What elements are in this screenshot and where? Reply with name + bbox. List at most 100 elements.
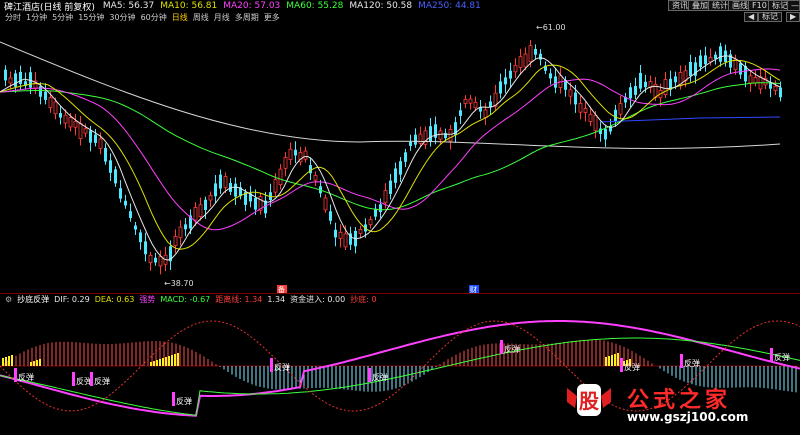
candle-body (134, 225, 137, 230)
candle-body (448, 129, 453, 142)
candle-body (273, 179, 278, 193)
candle-body (283, 157, 288, 169)
candle-body (219, 174, 222, 189)
tab-monthly[interactable]: 月线 (214, 12, 230, 22)
candle-body (753, 77, 758, 84)
candle-body (368, 219, 373, 226)
candle-body (394, 168, 397, 183)
candle-body (708, 56, 713, 63)
candle-body (463, 98, 468, 104)
signal-marker (14, 368, 17, 382)
capital-bar (39, 359, 41, 366)
side-mark-button[interactable]: 标记 (758, 12, 782, 22)
candle-body (158, 256, 163, 267)
tab-1min[interactable]: 1分钟 (26, 12, 47, 22)
signal-label: 反弹 (774, 352, 790, 362)
capital-bar (30, 362, 32, 366)
candle-body (303, 150, 308, 160)
signal-label: 反弹 (504, 344, 520, 354)
candle-body (614, 109, 617, 122)
candle-body (714, 54, 717, 59)
candle-body (578, 102, 583, 113)
candle-body (509, 70, 512, 79)
candle-body (139, 232, 142, 243)
next-icon[interactable]: ▶ (786, 12, 800, 22)
ma120-line (0, 41, 781, 149)
tab-daily[interactable]: 日线 (172, 12, 188, 22)
dif-value: DIF: 0.29 (54, 294, 90, 304)
tab-30min[interactable]: 30分钟 (109, 12, 135, 22)
tab-5min[interactable]: 5分钟 (52, 12, 73, 22)
tab-intraday[interactable]: 分时 (5, 12, 21, 22)
candle-body (78, 123, 83, 139)
signal-marker (72, 372, 75, 386)
candle-body (523, 53, 528, 68)
candle-body (338, 231, 343, 239)
candle-body (358, 228, 363, 234)
signal-marker (368, 368, 371, 382)
candle-body (124, 200, 127, 206)
dea-value: DEA: 0.63 (94, 294, 135, 304)
candle-body (459, 110, 462, 116)
tab-15min[interactable]: 15分钟 (78, 12, 104, 22)
candle-body (674, 76, 677, 83)
candle-body (208, 195, 213, 201)
candle-body (644, 81, 647, 88)
candle-body (409, 141, 412, 146)
candle-body (639, 72, 642, 89)
candle-body (68, 117, 73, 128)
candle-body (618, 103, 623, 115)
candle-body (278, 168, 283, 186)
ma10-value: MA10: 56.81 (160, 1, 218, 11)
tab-60min[interactable]: 60分钟 (141, 12, 167, 22)
candle-body (473, 101, 478, 109)
signal-label: 反弹 (684, 358, 700, 368)
signal-label: 反弹 (18, 372, 34, 382)
capital-bar (2, 358, 4, 366)
settings-icon[interactable]: ⚙ (5, 295, 12, 304)
candle-body (389, 180, 392, 194)
candle-body (148, 254, 153, 263)
ma20-value: MA20: 57.03 (223, 1, 281, 11)
candle-body (719, 46, 722, 62)
minimize-icon[interactable]: — (787, 0, 800, 11)
capital-bar (611, 355, 613, 366)
candle-body (4, 69, 7, 81)
candle-body (89, 130, 92, 143)
ma20-line (0, 68, 781, 231)
tab-weekly[interactable]: 周线 (193, 12, 209, 22)
signal-label: 反弹 (274, 362, 290, 372)
period-tabs: 分时 1分钟 5分钟 15分钟 30分钟 60分钟 日线 周线 月线 多周期 更… (0, 12, 800, 22)
indicator-name[interactable]: 抄底反弹 (17, 294, 49, 305)
candle-body (193, 207, 198, 221)
candle-body (129, 211, 132, 218)
dist-value: 距离线: 1.34 (215, 294, 263, 304)
signal-marker (172, 392, 175, 406)
candle-body (399, 161, 402, 175)
candle-body (104, 148, 107, 162)
candle-body (489, 101, 492, 108)
candle-body (144, 241, 147, 255)
svg-text:股: 股 (579, 389, 599, 413)
signal-label: 反弹 (94, 376, 110, 386)
candle-body (48, 97, 53, 108)
candle-body (63, 114, 68, 124)
candle-body (14, 73, 17, 87)
candle-body (554, 76, 557, 88)
signal-marker (620, 358, 623, 372)
candle-body (73, 121, 78, 128)
prev-icon[interactable]: ◀ (744, 12, 759, 22)
candle-body (629, 87, 632, 99)
candle-body (689, 61, 692, 77)
candle-body (429, 126, 432, 142)
candle-body (539, 53, 542, 60)
candle-body (404, 152, 407, 162)
tab-multi[interactable]: 多周期 (235, 12, 259, 22)
ma120-value: MA120: 50.58 (349, 1, 413, 11)
candle-body (534, 48, 537, 55)
candle-body (504, 77, 507, 85)
capital-bar (5, 357, 7, 366)
price-chart[interactable]: ←61.00 ←38.70 备 财 (0, 22, 800, 294)
tab-more[interactable]: 更多 (264, 12, 280, 22)
signal-value: 抄底: 0 (350, 294, 377, 304)
